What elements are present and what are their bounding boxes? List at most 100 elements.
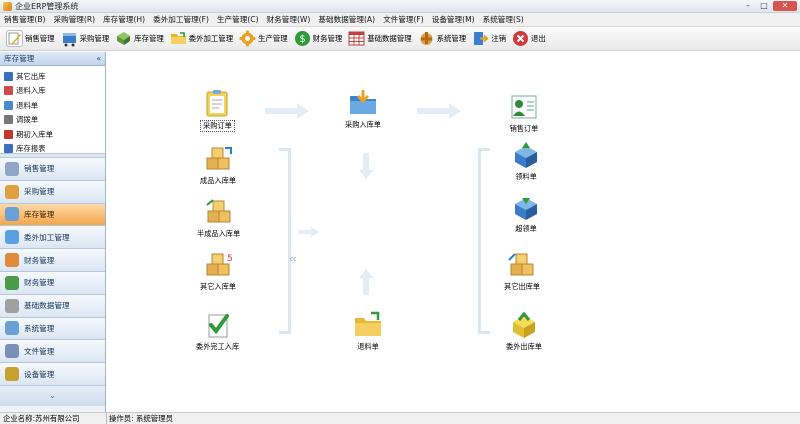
data-icon xyxy=(5,298,19,313)
menu-system[interactable]: 系统管理(S) xyxy=(483,14,524,25)
node-label: 其它出库单 xyxy=(504,282,540,291)
toolbar-logout-label: 注销 xyxy=(491,34,506,43)
toolbar-basic-data-button[interactable]: 基础数据管理 xyxy=(348,30,412,47)
node-purchase-order[interactable]: 采购订单 xyxy=(200,88,235,132)
sub-item-return-inbound[interactable]: 退料入库 xyxy=(0,84,105,99)
report-icon xyxy=(4,144,13,154)
sub-item-other-outbound[interactable]: 其它出库 xyxy=(0,69,105,84)
close-button[interactable]: ✕ xyxy=(773,1,797,11)
toolbar-finance-button[interactable]: $ 财务管理 xyxy=(294,30,343,47)
node-semi-inbound[interactable]: 半成品入库单 xyxy=(197,197,240,239)
node-outsource-outbound[interactable]: 委外出库单 xyxy=(506,310,542,352)
menu-basic-data[interactable]: 基础数据管理(A) xyxy=(318,14,375,25)
nav-label: 设备管理 xyxy=(24,369,55,379)
node-pick-material[interactable]: 领料单 xyxy=(511,140,541,182)
sub-item-label: 退料入库 xyxy=(16,86,46,96)
document-icon xyxy=(4,100,13,110)
arrow-right-3 xyxy=(298,227,319,237)
menu-sales[interactable]: 销售管理(B) xyxy=(4,14,46,25)
sub-item-label: 退料单 xyxy=(16,100,39,110)
node-label: 退料单 xyxy=(357,342,379,351)
toolbar-basic-data-label: 基础数据管理 xyxy=(367,34,412,43)
sub-item-opening-inbound[interactable]: 期初入库单 xyxy=(0,127,105,142)
nav-purchase[interactable]: 采购管理 xyxy=(0,180,105,204)
node-label: 超领单 xyxy=(515,224,537,233)
toolbar-purchase-button[interactable]: 采购管理 xyxy=(61,30,109,47)
toolbar-system-button[interactable]: 系统管理 xyxy=(418,30,467,47)
maximize-button[interactable]: □ xyxy=(757,1,771,11)
grid-icon xyxy=(348,30,365,47)
menu-inventory[interactable]: 库存管理(H) xyxy=(103,14,145,25)
nav-finance-1[interactable]: 财务管理 xyxy=(0,249,105,272)
node-over-pick[interactable]: 超领单 xyxy=(511,192,541,234)
nav-outsourcing[interactable]: 委外加工管理 xyxy=(0,226,105,250)
arrow-up xyxy=(359,269,373,295)
finance-icon xyxy=(5,275,19,290)
toolbar-outsourcing-button[interactable]: 委外加工管理 xyxy=(170,30,233,47)
nav-sales[interactable]: 销售管理 xyxy=(0,158,105,181)
menu-purchase[interactable]: 采购管理(R) xyxy=(54,14,96,25)
node-other-outbound[interactable]: 其它出库单 xyxy=(504,250,540,292)
node-finished-inbound[interactable]: 成品入库单 xyxy=(200,144,236,186)
toolbar-system-label: 系统管理 xyxy=(436,34,467,43)
status-bar: 企业名称:苏州有限公司 操作员: 系统管理员 xyxy=(0,412,800,424)
menu-outsourcing[interactable]: 委外加工管理(F) xyxy=(153,14,209,25)
nav-label: 财务管理 xyxy=(24,255,55,265)
dollar-icon: $ xyxy=(294,30,311,47)
svg-text:$: $ xyxy=(299,34,305,45)
boxes-other-icon: 5 xyxy=(203,250,233,280)
nav-label: 系统管理 xyxy=(24,323,55,333)
document-icon xyxy=(4,71,13,81)
node-label: 委外完工入库 xyxy=(196,342,240,351)
sub-item-transfer[interactable]: 调拨单 xyxy=(0,113,105,128)
menu-equipment[interactable]: 设备管理(M) xyxy=(432,14,475,25)
node-label: 其它入库单 xyxy=(200,282,236,291)
minimize-button[interactable]: – xyxy=(741,1,755,11)
svg-text:5: 5 xyxy=(227,254,233,264)
nav-label: 委外加工管理 xyxy=(24,232,70,242)
panel-header: 库存管理 « xyxy=(0,52,105,66)
nav-basic-data[interactable]: 基础数据管理 xyxy=(0,294,105,318)
nav-equipment[interactable]: 设备管理 xyxy=(0,363,105,386)
toolbar-finance-label: 财务管理 xyxy=(312,34,343,43)
menu-bar: 销售管理(B) 采购管理(R) 库存管理(H) 委外加工管理(F) 生产管理(C… xyxy=(0,13,800,27)
node-purchase-inbound[interactable]: 采购入库单 xyxy=(345,88,381,130)
node-other-inbound[interactable]: 5 其它入库单 xyxy=(200,250,236,292)
nav-system[interactable]: 系统管理 xyxy=(0,317,105,341)
menu-file[interactable]: 文件管理(F) xyxy=(383,14,424,25)
nav-file[interactable]: 文件管理 xyxy=(0,340,105,364)
cart-icon xyxy=(61,30,78,47)
folder-down-icon xyxy=(348,88,378,118)
nav-finance-2[interactable]: 财务管理 xyxy=(0,271,105,295)
collapse-icon[interactable]: « xyxy=(96,54,101,63)
node-sales-order[interactable]: 销售订单 xyxy=(509,92,539,134)
toolbar-sales-button[interactable]: 销售管理 xyxy=(6,30,55,47)
folder-return-icon xyxy=(353,310,383,340)
file-icon xyxy=(5,344,19,359)
toolbar-logout-button[interactable]: 注销 xyxy=(472,30,506,47)
nav-label: 基础数据管理 xyxy=(24,301,70,311)
boxes-inbound-icon xyxy=(203,144,233,174)
node-outsource-inbound[interactable]: 委外完工入库 xyxy=(196,310,239,352)
package-green-icon xyxy=(509,310,539,340)
toolbar-production-button[interactable]: 生产管理 xyxy=(239,30,288,47)
sub-item-label: 期初入库单 xyxy=(16,129,53,139)
panel-footer[interactable]: ⌄ xyxy=(0,385,105,406)
folder-icon xyxy=(170,30,187,47)
right-bracket xyxy=(478,148,490,334)
sub-item-return-order[interactable]: 退料单 xyxy=(0,98,105,113)
menu-finance[interactable]: 财务管理(W) xyxy=(267,14,311,25)
nav-inventory[interactable]: 库存管理 xyxy=(0,203,105,227)
clipboard-icon xyxy=(202,88,232,118)
menu-production[interactable]: 生产管理(C) xyxy=(217,14,259,25)
nav-label: 采购管理 xyxy=(24,187,55,197)
gear-icon xyxy=(239,30,256,47)
toolbar-exit-button[interactable]: 退出 xyxy=(512,30,546,47)
toolbar-inventory-button[interactable]: 库存管理 xyxy=(115,30,164,47)
nav-label: 财务管理 xyxy=(24,278,55,288)
box-icon xyxy=(115,30,132,47)
document-icon xyxy=(4,115,13,125)
arrow-right-1 xyxy=(265,103,309,119)
node-return-material[interactable]: 退料单 xyxy=(353,310,383,352)
nav-label: 销售管理 xyxy=(24,164,55,174)
